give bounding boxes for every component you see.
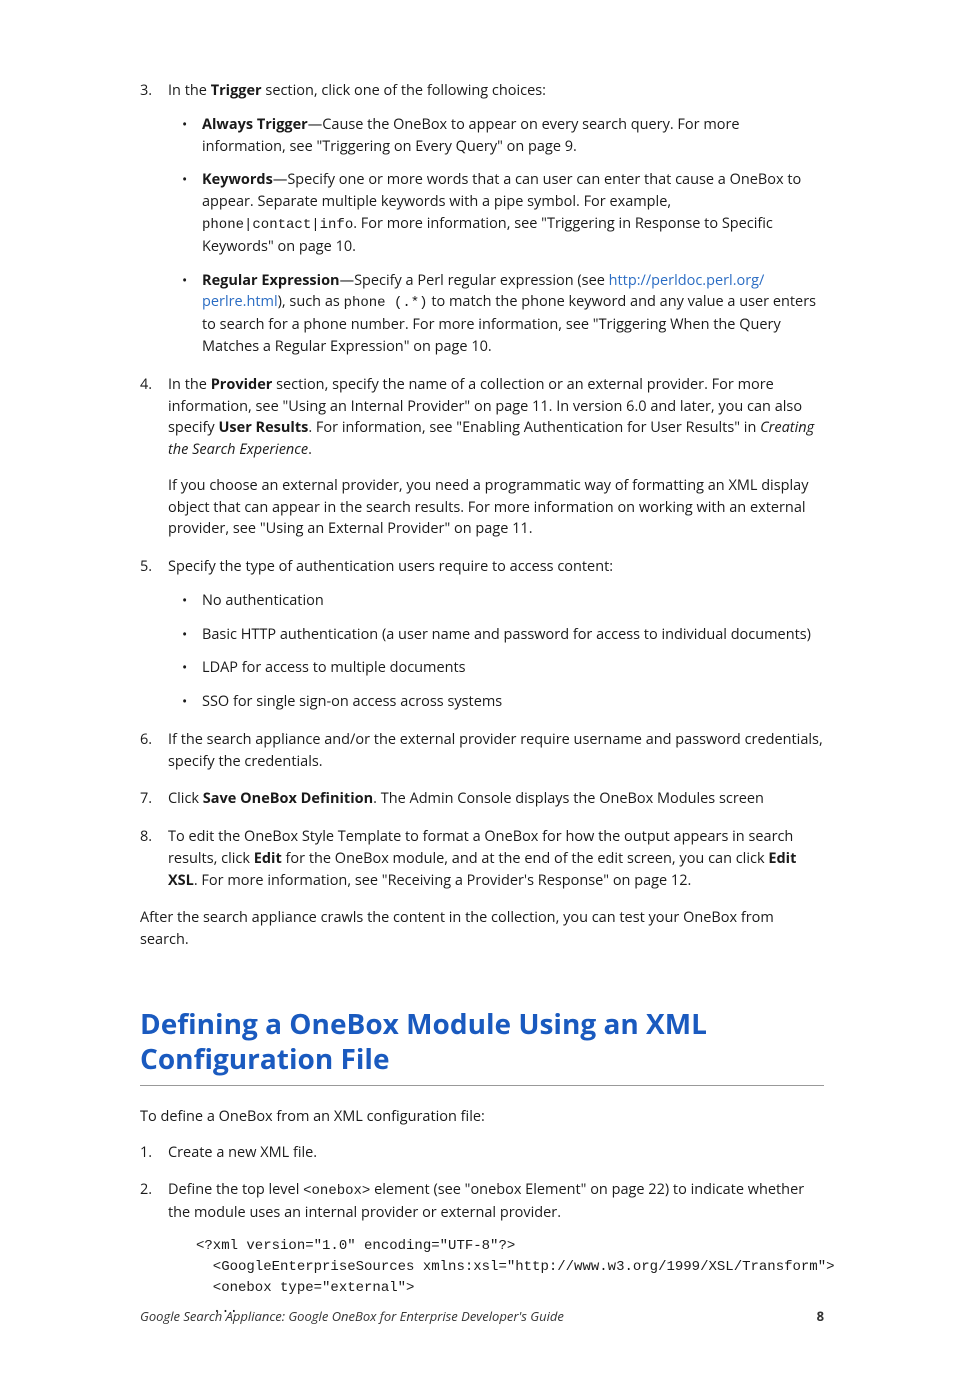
- bullet-basic: Basic HTTP authentication (a user name a…: [168, 624, 824, 646]
- xml-step-1: 1. Create a new XML file.: [140, 1142, 824, 1164]
- page-number: 8: [817, 1307, 824, 1327]
- page-footer: Google Search Appliance: Google OneBox f…: [140, 1307, 824, 1327]
- marker: 2.: [140, 1179, 152, 1201]
- after-list-paragraph: After the search appliance crawls the co…: [140, 907, 824, 951]
- sub-bullets: Always Trigger—Cause the OneBox to appea…: [168, 114, 824, 358]
- list-item-8: 8. To edit the OneBox Style Template to …: [140, 826, 824, 891]
- section-intro: To define a OneBox from an XML configura…: [140, 1106, 824, 1128]
- marker: 6.: [140, 729, 152, 751]
- marker: 5.: [140, 556, 152, 578]
- list-item-5: 5. Specify the type of authentication us…: [140, 556, 824, 713]
- list-item-4: 4. In the Provider section, specify the …: [140, 374, 824, 540]
- section-heading: Defining a OneBox Module Using an XML Co…: [140, 1007, 824, 1086]
- ordered-list-xml: 1. Create a new XML file. 2. Define the …: [140, 1142, 824, 1321]
- text-secondary: If you choose an external provider, you …: [168, 475, 824, 540]
- text: Define the top level <onebox> element (s…: [168, 1180, 804, 1222]
- bullet-ldap: LDAP for access to multiple documents: [168, 657, 824, 679]
- sub-bullets: No authentication Basic HTTP authenticat…: [168, 590, 824, 713]
- bullet-keywords: Keywords—Specify one or more words that …: [168, 169, 824, 257]
- bullet-noauth: No authentication: [168, 590, 824, 612]
- marker: 8.: [140, 826, 152, 848]
- bullet-sso: SSO for single sign-on access across sys…: [168, 691, 824, 713]
- text: In the Trigger section, click one of the…: [168, 81, 546, 100]
- marker: 3.: [140, 80, 152, 102]
- list-item-6: 6. If the search appliance and/or the ex…: [140, 729, 824, 773]
- text: Click Save OneBox Definition. The Admin …: [168, 789, 764, 808]
- bullet-always-trigger: Always Trigger—Cause the OneBox to appea…: [168, 114, 824, 158]
- bullet-regex: Regular Expression—Specify a Perl regula…: [168, 270, 824, 358]
- text: In the Provider section, specify the nam…: [168, 374, 824, 461]
- marker: 1.: [140, 1142, 152, 1164]
- text: Specify the type of authentication users…: [168, 557, 613, 576]
- marker: 4.: [140, 374, 152, 396]
- list-item-7: 7. Click Save OneBox Definition. The Adm…: [140, 788, 824, 810]
- text: To edit the OneBox Style Template to for…: [168, 827, 796, 890]
- text: Create a new XML file.: [168, 1143, 317, 1162]
- footer-title: Google Search Appliance: Google OneBox f…: [140, 1307, 564, 1327]
- ordered-list-main: 3. In the Trigger section, click one of …: [140, 80, 824, 891]
- marker: 7.: [140, 788, 152, 810]
- xml-step-2: 2. Define the top level <onebox> element…: [140, 1179, 824, 1320]
- text: If the search appliance and/or the exter…: [168, 730, 823, 771]
- list-item-3: 3. In the Trigger section, click one of …: [140, 80, 824, 358]
